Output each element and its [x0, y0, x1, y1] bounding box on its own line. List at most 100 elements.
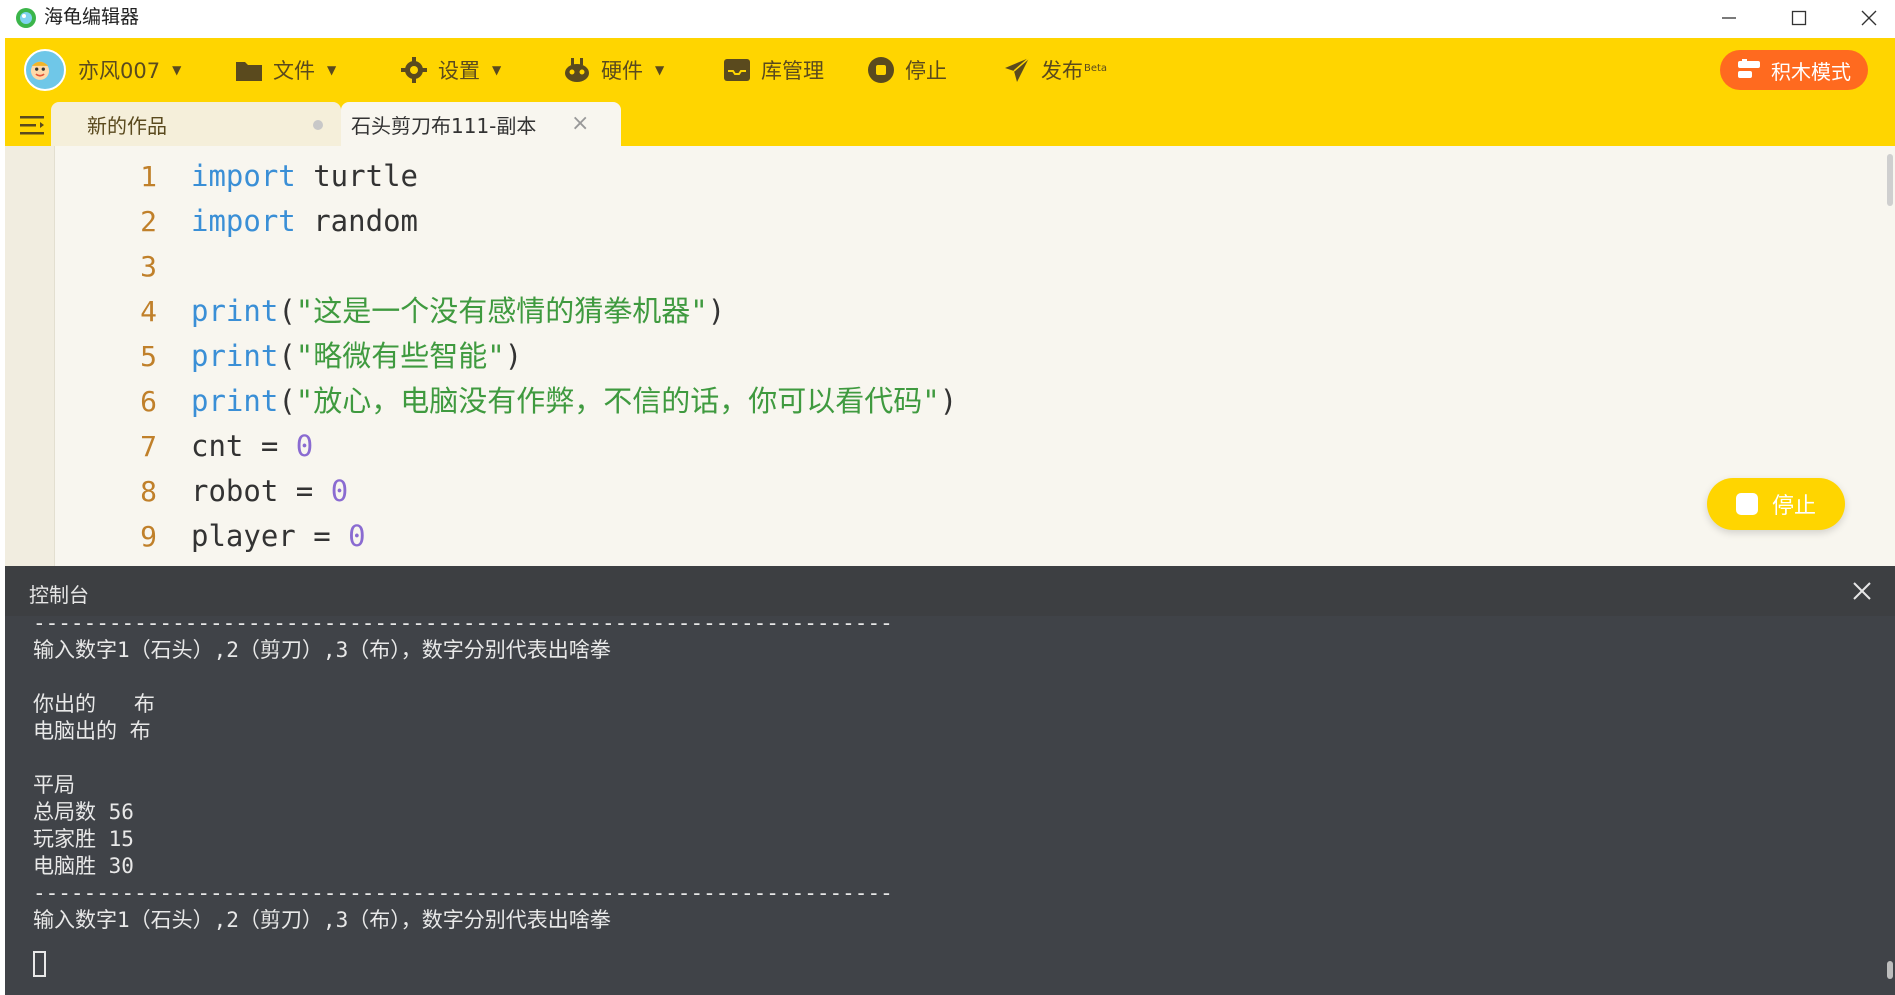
code-line[interactable]: print("略微有些智能"): [191, 334, 522, 379]
code-token: import: [191, 159, 296, 193]
line-number: 5: [140, 340, 157, 373]
line-number: 2: [140, 205, 157, 238]
console-scrollbar[interactable]: [1887, 961, 1893, 979]
title-bar: 海龟编辑器: [0, 0, 1895, 36]
code-token: print: [191, 339, 279, 373]
code-editor[interactable]: 1 import turtle 2 import random 3 4 print("这是一…: [5, 146, 1895, 566]
code-line[interactable]: import turtle: [191, 154, 418, 199]
stop-icon: [1735, 493, 1758, 515]
tab-label: 新的作品: [87, 113, 167, 138]
settings-menu[interactable]: 设置 ▼: [400, 38, 501, 102]
code-token: ): [707, 294, 726, 328]
window-close-button[interactable]: [1834, 0, 1895, 36]
settings-menu-label: 设置: [438, 59, 480, 83]
stop-icon: [868, 57, 894, 83]
username: 亦风007: [78, 59, 161, 83]
turtle-logo-icon: [16, 8, 36, 28]
code-line[interactable]: robot = 0: [191, 469, 348, 514]
line-number: 6: [140, 385, 157, 418]
tab-close-icon[interactable]: ×: [571, 111, 589, 136]
library-manager-button[interactable]: 库管理: [723, 38, 824, 102]
console-line: 玩家胜 15: [33, 827, 134, 851]
robot-icon: [565, 58, 589, 82]
code-token: print: [191, 384, 279, 418]
blocks-mode-label: 积木模式: [1771, 59, 1851, 84]
code-token: "放心，电脑没有作弊，不信的话，你可以看代码": [295, 384, 940, 418]
console-line: 输入数字1（石头）,2（剪刀）,3（布），数字分别代表出啥拳: [33, 908, 611, 932]
code-token: cnt =: [191, 429, 296, 463]
library-manager-label: 库管理: [761, 59, 824, 83]
code-line[interactable]: cnt = 0: [191, 424, 313, 469]
folder-icon: [236, 62, 262, 81]
line-number: 7: [140, 430, 157, 463]
stop-button[interactable]: 停止: [867, 38, 947, 102]
line-number: 1: [140, 160, 157, 193]
console-output[interactable]: ----------------------------------------…: [5, 616, 1895, 995]
toolbar: 亦风007 ▼ 文件 ▼ 设置 ▼ 硬件 ▼ 库管理 停止 发布 Beta: [5, 38, 1895, 102]
editor-scrollbar[interactable]: [1887, 154, 1893, 206]
console-header: 控制台: [5, 566, 1895, 616]
code-token: 0: [348, 519, 366, 553]
maximize-button[interactable]: [1764, 0, 1834, 36]
console-line: 电脑胜 30: [33, 854, 134, 878]
code-token: ): [504, 339, 523, 373]
code-token: print: [191, 294, 279, 328]
code-token: ): [939, 384, 958, 418]
stop-button-label: 停止: [905, 59, 947, 83]
paper-plane-icon: [1005, 57, 1030, 82]
console-line: 总局数 56: [33, 800, 134, 824]
tab-new-work[interactable]: 新的作品: [51, 102, 341, 146]
console-line: 电脑出的 布: [33, 719, 151, 743]
minimize-button[interactable]: [1694, 0, 1764, 36]
console-line: 输入数字1（石头）,2（剪刀）,3（布），数字分别代表出啥拳: [33, 638, 611, 662]
chevron-down-icon: ▼: [492, 63, 502, 77]
gear-icon: [401, 57, 427, 83]
hardware-menu[interactable]: 硬件 ▼: [563, 38, 664, 102]
input-cursor[interactable]: [33, 951, 46, 977]
file-menu[interactable]: 文件 ▼: [235, 38, 336, 102]
tab-rock-paper-scissors[interactable]: 石头剪刀布111-副本 ×: [341, 102, 621, 146]
code-token: 0: [330, 474, 349, 508]
code-token: random: [295, 204, 418, 238]
console-close-button[interactable]: [1845, 574, 1879, 608]
close-icon: [1861, 10, 1877, 26]
menu-icon: [20, 116, 44, 135]
tab-bar: 新的作品 石头剪刀布111-副本 ×: [5, 102, 1895, 146]
tab-label: 石头剪刀布111-副本: [351, 113, 537, 138]
console-line: ----------------------------------------…: [33, 881, 893, 905]
avatar: [24, 49, 66, 91]
floating-stop-button[interactable]: 停止: [1707, 478, 1845, 530]
line-number: 9: [140, 520, 157, 553]
unsaved-dot-icon: [313, 120, 323, 130]
console-line: 你出的 布: [33, 692, 155, 716]
sidebar-toggle-button[interactable]: [13, 110, 53, 140]
user-menu[interactable]: 亦风007 ▼: [24, 38, 181, 102]
code-token: "这是一个没有感情的猜拳机器": [295, 294, 708, 328]
line-number: 8: [140, 475, 157, 508]
code-line[interactable]: print("放心，电脑没有作弊，不信的话，你可以看代码"): [191, 379, 957, 424]
code-token: robot =: [191, 474, 331, 508]
beta-badge: Beta: [1084, 62, 1108, 74]
code-token: (: [278, 294, 296, 328]
hardware-menu-label: 硬件: [601, 59, 643, 83]
blocks-mode-button[interactable]: 积木模式: [1720, 50, 1868, 90]
console-line: ----------------------------------------…: [33, 616, 893, 635]
code-token: "略微有些智能": [295, 339, 505, 373]
chevron-down-icon: ▼: [172, 63, 182, 77]
minimize-icon: [1722, 17, 1736, 19]
code-token: turtle: [295, 159, 418, 193]
publish-button-label: 发布: [1041, 59, 1083, 83]
user-avatar-icon: [30, 61, 50, 80]
chevron-down-icon: ▼: [655, 63, 665, 77]
code-line[interactable]: import random: [191, 199, 418, 244]
code-line[interactable]: print("这是一个没有感情的猜拳机器"): [191, 289, 725, 334]
code-token: (: [278, 339, 296, 373]
code-line[interactable]: player = 0: [191, 514, 366, 559]
inbox-icon: [724, 59, 750, 81]
code-token: (: [278, 384, 296, 418]
publish-button[interactable]: 发布 Beta: [1003, 38, 1107, 102]
line-number: 3: [140, 250, 157, 283]
blocks-icon: [1738, 59, 1760, 78]
chevron-down-icon: ▼: [327, 63, 337, 77]
code-token: player =: [191, 519, 349, 553]
